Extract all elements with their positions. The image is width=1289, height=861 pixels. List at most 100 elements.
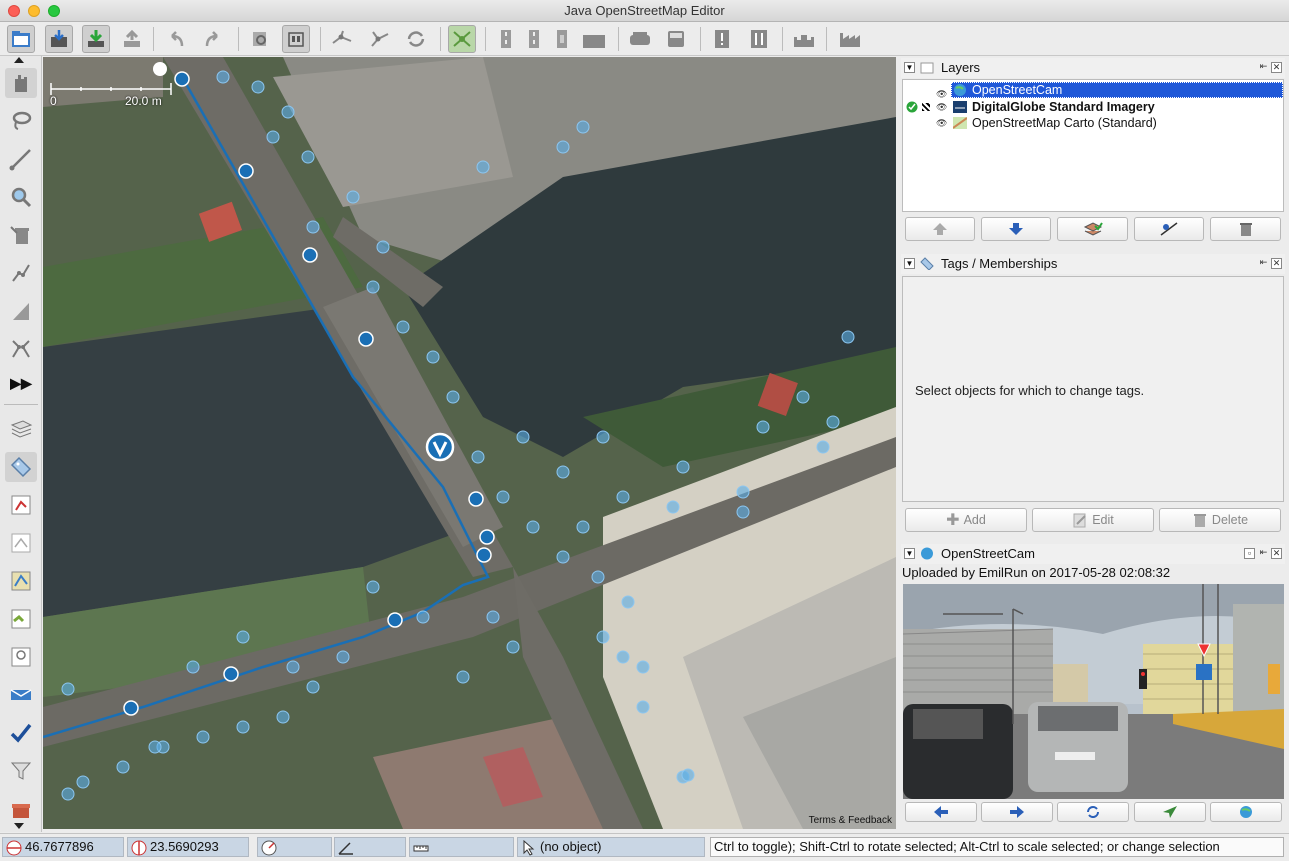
plus-icon: ✚ <box>946 512 960 529</box>
wireframe-toggle-button[interactable] <box>282 25 310 53</box>
road-icon <box>529 30 539 48</box>
collapse-toggle-icon[interactable]: ▼ <box>904 548 915 559</box>
delete-tag-button[interactable]: Delete <box>1159 508 1281 532</box>
scale-start-label: 0 <box>50 94 57 108</box>
globe-icon <box>1240 806 1252 818</box>
edit-tag-button[interactable]: Edit <box>1032 508 1154 532</box>
layer-row[interactable]: 👁 OpenStreetCam <box>903 82 1283 99</box>
zoom-to-selection-button[interactable] <box>246 25 274 53</box>
street-photo[interactable] <box>903 584 1284 799</box>
layer-name: DigitalGlobe Standard Imagery <box>972 100 1155 114</box>
close-panel-icon[interactable]: ✕ <box>1271 258 1282 269</box>
trash-icon <box>1239 223 1252 236</box>
visibility-eye-icon[interactable]: 👁 <box>936 99 947 115</box>
toggle-selection-list-button[interactable] <box>5 490 37 520</box>
upload-button[interactable] <box>118 25 146 53</box>
toggle-changeset-dialog-button[interactable] <box>5 718 37 748</box>
extrude-tool-button[interactable] <box>5 334 37 364</box>
map-view[interactable]: 0 20.0 m Terms & Feedback <box>43 57 896 829</box>
delete-tag-label: Delete <box>1211 513 1249 527</box>
combine-way-button[interactable] <box>366 25 394 53</box>
scroll-down-arrow-icon[interactable] <box>14 823 24 829</box>
reverse-way-button[interactable] <box>402 25 430 53</box>
redo-button[interactable] <box>199 25 227 53</box>
align-in-circle-button[interactable] <box>448 25 476 53</box>
split-way-button[interactable] <box>328 25 356 53</box>
change-opacity-button[interactable] <box>1134 217 1204 241</box>
selected-photo-marker[interactable] <box>425 432 455 462</box>
select-tool-button[interactable] <box>5 68 37 98</box>
preset-road-2-button[interactable] <box>520 25 548 53</box>
collapse-toggle-icon[interactable]: ▼ <box>904 62 915 73</box>
zoom-tool-button[interactable] <box>5 182 37 212</box>
delete-layer-button[interactable] <box>1210 217 1281 241</box>
parallel-way-tool-button[interactable] <box>5 296 37 326</box>
attribution-link[interactable]: Terms & Feedback <box>809 815 892 826</box>
toggle-user-dialog-button[interactable] <box>5 642 37 672</box>
draw-tool-button[interactable] <box>5 144 37 174</box>
collapse-toggle-icon[interactable]: ▼ <box>904 258 915 269</box>
undo-button[interactable] <box>162 25 190 53</box>
arrow-down-icon <box>1009 223 1023 235</box>
dock-pin-icon[interactable]: ⇤ <box>1258 548 1269 559</box>
close-panel-icon[interactable]: ✕ <box>1271 548 1282 559</box>
toggle-tags-dialog-button[interactable] <box>5 452 37 482</box>
preset-industrial-button[interactable] <box>836 25 864 53</box>
open-file-button[interactable] <box>7 25 35 53</box>
preset-bus-button[interactable] <box>662 25 690 53</box>
toggle-conflict-dialog-button[interactable] <box>5 680 37 710</box>
panel-settings-icon[interactable]: ▫ <box>1244 548 1255 559</box>
preset-area-button[interactable] <box>580 25 608 53</box>
preset-hazard-button[interactable] <box>708 25 736 53</box>
preset-castle-button[interactable] <box>790 25 818 53</box>
car-icon <box>630 32 650 45</box>
toggle-history-dialog-button[interactable] <box>5 604 37 634</box>
ruler-icon <box>413 845 429 852</box>
close-window-button[interactable] <box>8 5 20 17</box>
toggle-relations-dialog-button[interactable] <box>5 528 37 558</box>
visibility-eye-icon[interactable]: 👁 <box>936 115 947 131</box>
download-button[interactable] <box>82 25 110 53</box>
layers-list: 👁 OpenStreetCam 👁 DigitalGlobe Standard … <box>902 79 1284 212</box>
preset-road-3-button[interactable] <box>548 25 576 53</box>
zoom-window-button[interactable] <box>48 5 60 17</box>
previous-photo-button[interactable] <box>905 802 977 822</box>
locate-photo-button[interactable] <box>1134 802 1206 822</box>
checkmark-icon <box>10 723 32 743</box>
more-tools-button[interactable]: ▶▶ <box>5 368 37 398</box>
preset-restaurant-button[interactable] <box>745 25 773 53</box>
move-up-button[interactable] <box>905 217 975 241</box>
angle-icon <box>338 842 353 855</box>
angle-field <box>334 837 406 857</box>
save-button[interactable] <box>45 25 73 53</box>
refresh-photo-button[interactable] <box>1057 802 1129 822</box>
dock-pin-icon[interactable]: ⇤ <box>1258 258 1269 269</box>
toggle-validation-dialog-button[interactable] <box>5 566 37 596</box>
aerial-imagery <box>43 57 896 829</box>
next-photo-button[interactable] <box>981 802 1053 822</box>
preset-car-button[interactable] <box>626 25 654 53</box>
toggle-filter-dialog-button[interactable] <box>5 756 37 786</box>
map-paint-icon <box>11 571 31 591</box>
toggle-notes-dialog-button[interactable] <box>5 794 37 824</box>
delete-tool-button[interactable] <box>5 220 37 250</box>
globe-icon <box>921 547 933 560</box>
open-web-page-button[interactable] <box>1210 802 1282 822</box>
tag-icon <box>920 257 934 270</box>
close-panel-icon[interactable]: ✕ <box>1271 62 1282 73</box>
preset-road-1-button[interactable] <box>492 25 520 53</box>
scroll-up-arrow-icon[interactable] <box>14 57 24 63</box>
layer-row[interactable]: 👁 DigitalGlobe Standard Imagery <box>903 99 1283 115</box>
move-down-button[interactable] <box>981 217 1051 241</box>
merge-layers-icon <box>1083 222 1103 236</box>
add-tag-button[interactable]: ✚ Add <box>905 508 1027 532</box>
layer-row[interactable]: 👁 OpenStreetMap Carto (Standard) <box>903 115 1283 131</box>
dock-pin-icon[interactable]: ⇤ <box>1258 62 1269 73</box>
improve-way-tool-button[interactable] <box>5 258 37 288</box>
lasso-tool-button[interactable] <box>5 106 37 136</box>
minimize-window-button[interactable] <box>28 5 40 17</box>
open-folder-icon <box>12 31 30 47</box>
track-start-node[interactable] <box>153 62 167 76</box>
toggle-layers-dialog-button[interactable] <box>5 414 37 444</box>
merge-layers-button[interactable] <box>1057 217 1128 241</box>
